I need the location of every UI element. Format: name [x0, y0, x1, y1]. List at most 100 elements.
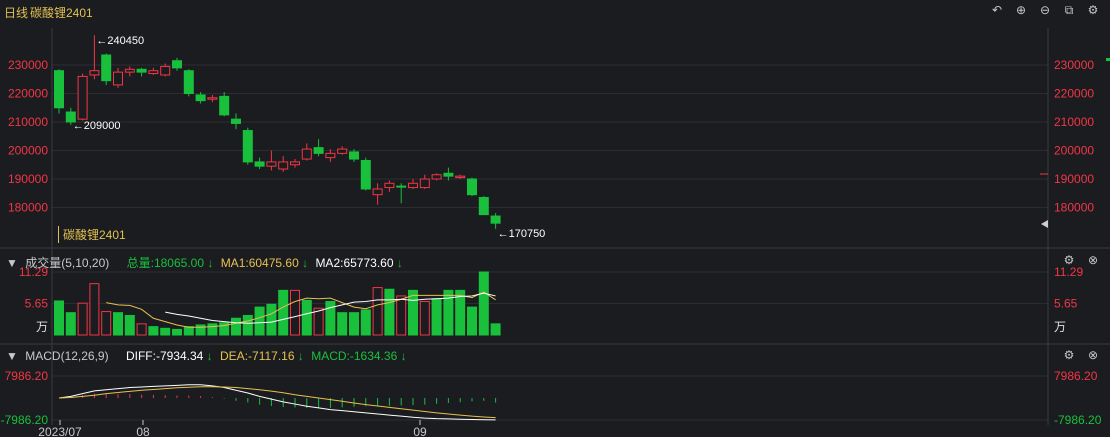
macd-value-label: MACD:-1634.36 — [311, 349, 398, 363]
price-annotation: ←209000 — [73, 120, 121, 132]
volume-bar — [148, 326, 159, 336]
volume-bar — [89, 283, 100, 336]
close-icon[interactable]: ⊗ — [1086, 253, 1100, 267]
instrument-watermark: 碳酸锂2401 — [58, 226, 126, 243]
candle-down — [396, 185, 407, 188]
volume-unit-label: 万 — [36, 320, 48, 334]
candle-down — [172, 60, 182, 69]
settings-icon[interactable]: ⚙ — [1062, 348, 1076, 362]
candle-down — [467, 178, 477, 196]
candlestick-series — [54, 35, 501, 229]
volume-bar — [231, 317, 241, 336]
candle-up — [372, 188, 383, 196]
macd-tick-label: -7986.20 — [1054, 413, 1102, 427]
volume-bar — [384, 288, 395, 336]
candle-up — [431, 174, 442, 180]
candle-up — [160, 65, 171, 76]
candle-up — [325, 152, 336, 159]
volume-bar — [183, 326, 194, 336]
down-arrow-icon: ↓ — [206, 349, 213, 363]
volume-bar — [372, 287, 383, 336]
candle-down — [254, 161, 265, 167]
candle-up — [290, 161, 300, 166]
price-tick-label: 210000 — [1054, 115, 1094, 129]
candle-down — [231, 118, 241, 124]
price-tick-label: 190000 — [8, 172, 48, 186]
candle-up — [455, 175, 466, 179]
volume-bar — [408, 289, 418, 336]
candle-down — [195, 94, 206, 102]
candle-down — [478, 197, 489, 216]
volume-bar — [478, 271, 489, 336]
macd-legend: ▼ MACD(12,26,9) DIFF:-7934.34 ↓ DEA:-711… — [6, 349, 407, 363]
volume-bar — [467, 306, 477, 336]
volume-bar — [278, 289, 289, 336]
candle-down — [360, 159, 371, 190]
settings-icon[interactable]: ⚙ — [1062, 253, 1076, 267]
candle-down — [183, 70, 194, 94]
grid-lines — [52, 64, 1048, 421]
price-tick-label: 220000 — [8, 87, 48, 101]
volume-bar — [113, 312, 123, 336]
volume-bar — [301, 299, 312, 336]
ma2-label: MA2:65773.60 — [315, 256, 394, 270]
current-price-marker — [1041, 220, 1048, 228]
price-tick-label: 220000 — [1054, 87, 1094, 101]
volume-bar — [349, 312, 359, 336]
collapse-icon[interactable]: ▼ — [6, 349, 18, 363]
price-annotation: ←170750 — [498, 228, 546, 240]
down-arrow-icon: ↓ — [396, 256, 403, 270]
x-axis-label: 09 — [413, 425, 427, 437]
volume-bar — [490, 323, 501, 336]
diff-line — [58, 384, 496, 421]
volume-bar — [77, 302, 88, 336]
down-arrow-icon: ↓ — [297, 349, 304, 363]
candle-down — [136, 68, 147, 73]
candle-up — [301, 148, 312, 160]
candle-up — [384, 182, 395, 189]
price-tick-label: 230000 — [8, 58, 48, 72]
candle-up — [266, 161, 277, 167]
volume-bar — [266, 303, 277, 336]
candle-up — [337, 148, 348, 154]
volume-bar — [443, 289, 454, 336]
price-tick-label: 200000 — [1054, 144, 1094, 158]
price-tick-label: 210000 — [8, 115, 48, 129]
candle-up — [278, 161, 289, 170]
edge-marker — [1106, 58, 1110, 61]
volume-bar — [65, 312, 76, 336]
candle-down — [242, 130, 253, 163]
candle-up — [113, 71, 123, 86]
candle-down — [313, 147, 324, 154]
down-arrow-icon: ↓ — [207, 256, 214, 270]
down-arrow-icon: ↓ — [302, 256, 309, 270]
volume-bar — [172, 328, 182, 336]
candle-up — [408, 182, 418, 189]
volume-bar — [254, 306, 265, 336]
ma1-label: MA1:60475.60 — [220, 256, 299, 270]
volume-bar — [207, 323, 218, 336]
candle-up — [207, 97, 218, 100]
down-arrow-icon: ↓ — [400, 349, 407, 363]
collapse-icon[interactable]: ▼ — [6, 256, 18, 270]
volume-bar — [242, 314, 253, 336]
price-tick-label: 190000 — [1054, 172, 1094, 186]
total-volume-label: 总量:18065.00 — [126, 256, 204, 270]
candle-up — [419, 178, 430, 189]
dea-label: DEA:-7117.16 — [220, 349, 295, 363]
volume-bar — [396, 295, 407, 336]
volume-tick-label: 11.29 — [1054, 265, 1083, 279]
volume-bar — [337, 312, 348, 336]
volume-bar — [101, 311, 112, 336]
macd-label: MACD(12,26,9) — [25, 349, 109, 363]
dea-line — [58, 386, 496, 419]
volume-bar — [290, 289, 300, 336]
diff-label: DIFF:-7934.34 — [125, 349, 204, 363]
close-icon[interactable]: ⊗ — [1086, 348, 1100, 362]
candle-down — [443, 172, 454, 177]
candle-down — [54, 70, 64, 109]
price-tick-label: 230000 — [1054, 58, 1094, 72]
candle-down — [349, 151, 359, 160]
chart-canvas[interactable]: 230000 230000 220000 220000 210000 210000 2000… — [0, 0, 1110, 437]
price-tick-label: 200000 — [8, 144, 48, 158]
